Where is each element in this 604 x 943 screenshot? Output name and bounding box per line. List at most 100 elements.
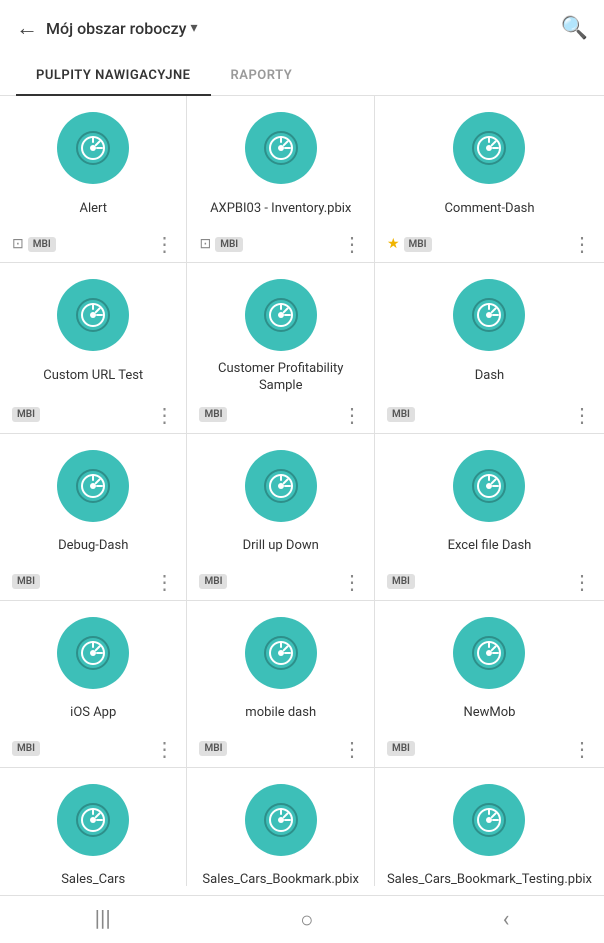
more-options-button[interactable]: ⋮ [154,739,174,759]
item-footer: MBI ⋮ [199,739,361,759]
mbi-badge: MBI [404,237,432,252]
item-name: Sales_Cars_Bookmark_Testing.pbix [387,866,592,886]
list-item[interactable]: AXPBI03 - Inventory.pbix ⊡MBI ⋮ [187,96,373,262]
item-name: iOS App [12,699,174,729]
nav-menu-icon[interactable]: ||| [95,907,111,932]
badge-row: MBI [387,574,415,589]
list-item[interactable]: mobile dash MBI ⋮ [187,601,373,767]
more-options-button[interactable]: ⋮ [154,234,174,254]
item-footer: ⊡ MBI ⋮ [12,234,174,254]
more-options-button[interactable]: ⋮ [342,572,362,592]
item-name: mobile dash [199,699,361,729]
chevron-down-icon[interactable]: ▾ [191,20,198,36]
item-footer: MBI ⋮ [387,572,592,592]
item-icon [453,617,525,689]
item-icon [245,617,317,689]
more-options-button[interactable]: ⋮ [572,572,592,592]
mbi-badge: MBI [28,237,56,252]
more-options-button[interactable]: ⋮ [342,234,362,254]
mbi-badge: MBI [199,574,227,589]
item-icon [245,279,317,351]
badge-row: MBI [12,407,40,422]
mbi-badge: MBI [387,574,415,589]
mbi-badge: MBI [12,574,40,589]
mbi-badge: MBI [12,741,40,756]
mbi-badge: MBI [215,237,243,252]
more-options-button[interactable]: ⋮ [572,739,592,759]
item-footer: MBI ⋮ [199,572,361,592]
item-icon [57,450,129,522]
item-name: Custom URL Test [12,361,174,391]
tabs-bar: PULPITY NAWIGACYJNE RAPORTY [0,56,604,96]
badge-row: ⊡MBI [199,236,243,252]
items-grid: Alert⊡MBI⋮ AXPBI03 - Inventory.pbix⊡MBI⋮… [0,96,604,886]
item-icon [453,450,525,522]
more-options-button[interactable]: ⋮ [572,234,592,254]
more-options-button[interactable]: ⋮ [154,572,174,592]
item-icon [57,112,129,184]
item-icon [57,784,129,856]
item-footer: MBI ⋮ [387,405,592,425]
more-options-button[interactable]: ⋮ [154,405,174,425]
list-item[interactable]: Comment-Dash ★ MBI ⋮ [375,96,604,262]
list-item[interactable]: Customer Profitability SampleMBI⋮ [187,263,373,433]
shared-icon: ⊡ [12,236,24,252]
list-item[interactable]: Sales_CarsMBI⋮ [0,768,186,886]
list-item[interactable]: Debug-Dash MBI ⋮ [0,434,186,600]
tab-reports[interactable]: RAPORTY [211,56,313,95]
badge-row: MBI [199,741,227,756]
item-name: Sales_Cars [12,866,174,886]
item-footer: ★ MBI ⋮ [387,234,592,254]
item-footer: MBI ⋮ [12,739,174,759]
item-name: Comment-Dash [387,194,592,224]
mbi-badge: MBI [387,407,415,422]
list-item[interactable]: Sales_Cars_Bookmark_Testing.pbixMBI⋮ [375,768,604,886]
item-name: Drill up Down [199,532,361,562]
badge-row: MBI [199,574,227,589]
list-item[interactable]: Custom URL Test MBI ⋮ [0,263,186,433]
mbi-badge: MBI [199,741,227,756]
item-name: AXPBI03 - Inventory.pbix [199,194,361,224]
mbi-badge: MBI [387,741,415,756]
list-item[interactable]: iOS App MBI ⋮ [0,601,186,767]
list-item[interactable]: Drill up Down MBI ⋮ [187,434,373,600]
tab-dashboards[interactable]: PULPITY NAWIGACYJNE [16,56,211,95]
item-icon [57,617,129,689]
item-name: NewMob [387,699,592,729]
header: ← Mój obszar roboczy ▾ 🔍 [0,0,604,56]
more-options-button[interactable]: ⋮ [342,405,362,425]
nav-back-icon[interactable]: ‹ [503,907,510,932]
workspace-title: Mój obszar roboczy [46,19,187,38]
badge-row: MBI [12,741,40,756]
badge-row: MBI [12,574,40,589]
mbi-badge: MBI [199,407,227,422]
back-button[interactable]: ← [16,15,38,41]
item-footer: MBI ⋮ [387,739,592,759]
item-name: Debug-Dash [12,532,174,562]
bottom-navigation: ||| ○ ‹ [0,895,604,943]
item-icon [453,112,525,184]
more-options-button[interactable]: ⋮ [572,405,592,425]
list-item[interactable]: Excel file DashMBI⋮ [375,434,604,600]
item-name: Alert [12,194,174,224]
badge-row: MBI [387,741,415,756]
search-icon[interactable]: 🔍 [561,16,588,41]
item-name: Dash [387,361,592,391]
list-item[interactable]: Sales_Cars_Bookmark.pbixMBI⋮ [187,768,373,886]
nav-home-icon[interactable]: ○ [300,907,313,933]
item-icon [245,784,317,856]
item-icon [453,279,525,351]
header-title: Mój obszar roboczy ▾ [46,19,198,38]
item-footer: MBI ⋮ [12,572,174,592]
list-item[interactable]: Alert ⊡ MBI ⋮ [0,96,186,262]
list-item[interactable]: NewMob MBI ⋮ [375,601,604,767]
item-name: Sales_Cars_Bookmark.pbix [199,866,361,886]
more-options-button[interactable]: ⋮ [342,739,362,759]
header-left: ← Mój obszar roboczy ▾ [16,15,198,41]
list-item[interactable]: Dash MBI ⋮ [375,263,604,433]
item-icon [245,450,317,522]
item-icon [245,112,317,184]
badge-row: MBI [387,407,415,422]
item-footer: ⊡MBI ⋮ [199,234,361,254]
star-icon: ★ [387,236,400,252]
